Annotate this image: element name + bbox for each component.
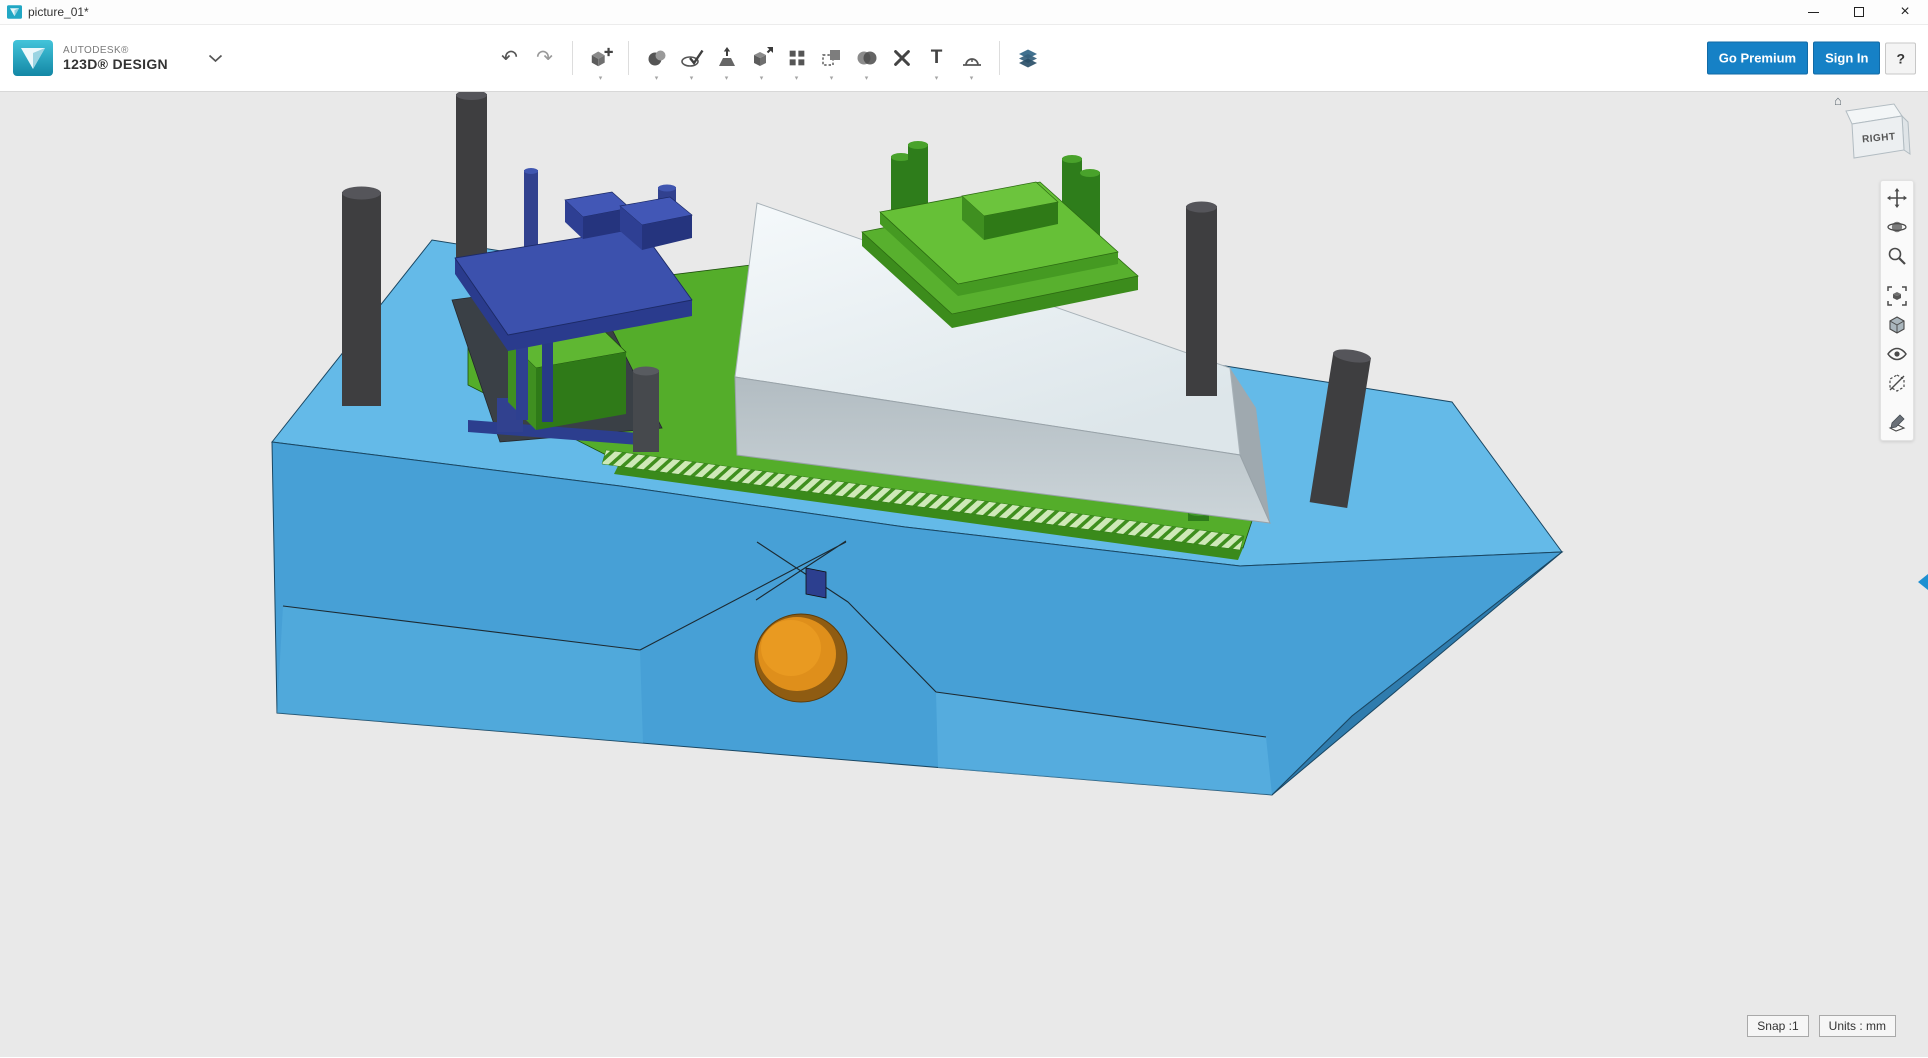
modify-icon: [753, 47, 773, 66]
window-title: picture_01*: [28, 5, 89, 19]
app-menu-dropdown[interactable]: [208, 54, 223, 63]
panel-expand-arrow[interactable]: [1918, 574, 1928, 590]
transform-icon: [648, 50, 665, 66]
dropdown-caret-icon: ▾: [829, 75, 834, 82]
go-premium-button[interactable]: Go Premium: [1706, 41, 1809, 75]
combine-button[interactable]: ▾: [849, 34, 884, 82]
minimize-icon: [1807, 11, 1819, 13]
zoom-button[interactable]: [1884, 243, 1910, 269]
orbit-button[interactable]: [1884, 214, 1910, 240]
grouping-button[interactable]: ▾: [814, 34, 849, 82]
dropdown-caret-icon: ▾: [654, 75, 659, 82]
close-icon: ×: [1900, 3, 1910, 20]
sign-in-button[interactable]: Sign In: [1813, 41, 1881, 75]
brand-line2: 123D® DESIGN: [63, 55, 168, 72]
nav-rail-gap: [1884, 399, 1910, 407]
fit-view-icon: [1887, 286, 1907, 306]
viewcube-home-icon[interactable]: ⌂: [1834, 93, 1842, 108]
fit-view-button[interactable]: [1884, 283, 1910, 309]
chevron-down-icon: [208, 54, 223, 62]
snap-setting[interactable]: Snap :1: [1747, 1015, 1809, 1037]
material-layers-icon: [1018, 49, 1037, 68]
transform-button[interactable]: ▾: [639, 34, 674, 82]
dropdown-caret-icon: ▾: [759, 75, 764, 82]
viewport[interactable]: ⌂ RIGHT Snap:1 Units: mm: [0, 92, 1928, 1057]
undo-button[interactable]: ↶: [492, 34, 527, 82]
nav-rail-gap: [1884, 272, 1910, 280]
hidden-geometry-button[interactable]: [1884, 370, 1910, 396]
minimize-button[interactable]: [1790, 0, 1836, 24]
brand-text: AUTODESK® 123D® DESIGN: [63, 45, 168, 72]
dropdown-caret-icon: ▾: [724, 75, 729, 82]
snap-button[interactable]: [884, 34, 919, 82]
pattern-grid-icon: [789, 50, 804, 66]
redo-button[interactable]: ↷: [527, 34, 562, 82]
gray-pin-middle[interactable]: [633, 366, 659, 453]
text-tool-icon: T: [930, 47, 943, 68]
dropdown-caret-icon: ▾: [969, 75, 974, 82]
sketch-check-icon: [680, 49, 703, 67]
construct-extrude-icon: [718, 47, 735, 66]
redo-icon: ↷: [536, 47, 553, 69]
sprue-bushing[interactable]: [754, 613, 848, 703]
material-button[interactable]: [1010, 34, 1045, 82]
sketch-visibility-icon: [1888, 414, 1906, 432]
dropdown-caret-icon: ▾: [794, 75, 799, 82]
eye-icon: [1887, 347, 1907, 361]
primitives-button[interactable]: ▾: [583, 34, 618, 82]
toolbar-divider: [628, 41, 629, 75]
pattern-button[interactable]: ▾: [779, 34, 814, 82]
toolbar-divider: [572, 41, 573, 75]
appbar: AUTODESK® 123D® DESIGN ↶ ↷ ▾ ▾ ▾ ▾ ▾ ▾ ▾…: [0, 25, 1928, 92]
navigation-rail: [1880, 180, 1914, 441]
grouping-icon: [821, 50, 840, 66]
maximize-button[interactable]: [1836, 0, 1882, 24]
titlebar-left: picture_01*: [0, 5, 89, 19]
modify-button[interactable]: ▾: [744, 34, 779, 82]
3d-model-canvas[interactable]: [0, 92, 1928, 1057]
measure-button[interactable]: ▾: [954, 34, 989, 82]
undo-icon: ↶: [501, 47, 518, 69]
dropdown-caret-icon: ▾: [864, 75, 869, 82]
guide-pin-back-left[interactable]: [456, 92, 487, 262]
maximize-icon: [1854, 7, 1864, 17]
brand-line1: AUTODESK®: [63, 44, 129, 56]
pan-icon: [1887, 188, 1907, 208]
orbit-icon: [1887, 221, 1907, 233]
app-icon: [7, 5, 22, 19]
primitives-cube-icon: [591, 47, 613, 67]
display-style-button[interactable]: [1884, 312, 1910, 338]
snap-x-icon: [893, 50, 910, 66]
units-setting[interactable]: Units : mm: [1818, 1015, 1896, 1037]
visibility-button[interactable]: [1884, 341, 1910, 367]
toolbar-divider: [999, 41, 1000, 75]
measure-icon: [962, 58, 981, 66]
help-button[interactable]: ?: [1885, 42, 1916, 74]
hidden-geometry-icon: [1889, 374, 1905, 392]
sketch-visibility-button[interactable]: [1884, 410, 1910, 436]
zoom-magnifier-icon: [1888, 247, 1906, 265]
titlebar: picture_01* ×: [0, 0, 1928, 25]
pan-button[interactable]: [1884, 185, 1910, 211]
brand: AUTODESK® 123D® DESIGN: [0, 40, 223, 76]
window-controls: ×: [1790, 0, 1928, 24]
sketch-button[interactable]: ▾: [674, 34, 709, 82]
shaded-cube-icon: [1889, 316, 1905, 334]
status-bar: Snap :1 Units : mm: [1747, 1015, 1896, 1037]
autodesk-123d-logo-icon: [13, 40, 53, 76]
viewcube[interactable]: ⌂ RIGHT: [1834, 93, 1914, 182]
main-toolbar: ↶ ↷ ▾ ▾ ▾ ▾ ▾ ▾ ▾ ▾ T ▾ ▾: [492, 25, 1045, 91]
construct-button[interactable]: ▾: [709, 34, 744, 82]
header-right: Go Premium Sign In ?: [1706, 41, 1916, 75]
combine-icon: [857, 51, 876, 65]
text-button[interactable]: T ▾: [919, 34, 954, 82]
dropdown-caret-icon: ▾: [598, 75, 603, 82]
dropdown-caret-icon: ▾: [934, 75, 939, 82]
viewcube-cube[interactable]: RIGHT: [1838, 94, 1914, 182]
dropdown-caret-icon: ▾: [689, 75, 694, 82]
close-button[interactable]: ×: [1882, 0, 1928, 24]
